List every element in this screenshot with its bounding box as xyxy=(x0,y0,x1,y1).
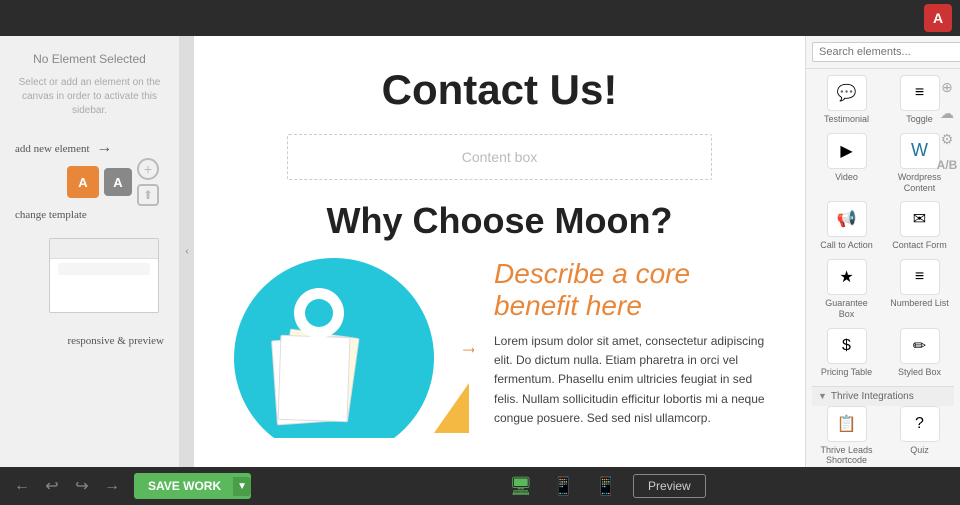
canvas-inner: Contact Us! Content box Why Choose Moon? xyxy=(194,36,805,458)
left-sidebar-title: No Element Selected xyxy=(33,52,146,66)
mobile-view-button[interactable]: 📱 xyxy=(591,472,621,501)
triangle-decoration xyxy=(434,383,469,433)
styled-box-label: Styled Box xyxy=(898,367,941,378)
element-icon-dark: A xyxy=(104,168,132,196)
doc-paper-3 xyxy=(278,335,351,422)
cta-label: Call to Action xyxy=(820,240,873,251)
collapse-handle[interactable]: ‹ xyxy=(180,36,194,467)
contact-title: Contact Us! xyxy=(382,66,618,114)
template-preview xyxy=(49,238,159,313)
top-bar: A xyxy=(0,0,960,36)
element-pricing[interactable]: $ Pricing Table xyxy=(817,328,877,378)
element-action-icons[interactable]: + ⬆ xyxy=(137,158,159,206)
undo-redo-group: ← ↩ ↪ → xyxy=(10,474,124,498)
element-quiz[interactable]: ? Quiz xyxy=(890,406,950,467)
styled-box-icon: ✏ xyxy=(900,328,940,364)
element-guarantee[interactable]: ★ Guarantee Box xyxy=(817,259,877,320)
main-area: No Element Selected Select or add an ele… xyxy=(0,36,960,467)
element-styled-box[interactable]: ✏ Styled Box xyxy=(890,328,950,378)
element-video[interactable]: ▶ Video xyxy=(817,133,877,194)
save-work-button[interactable]: SAVE WORK ▼ xyxy=(134,473,251,499)
guarantee-label: Guarantee Box xyxy=(817,298,877,320)
element-row-6: 📋 Thrive Leads Shortcode ? Quiz xyxy=(812,406,954,467)
arrow-decoration: → xyxy=(459,337,474,360)
gear-icon[interactable]: ⚙ xyxy=(936,128,958,150)
element-row-5: $ Pricing Table ✏ Styled Box xyxy=(812,328,954,378)
toggle-label: Toggle xyxy=(906,114,933,125)
video-label: Video xyxy=(835,172,858,183)
quiz-label: Quiz xyxy=(910,445,929,456)
content-box[interactable]: Content box xyxy=(287,134,712,180)
element-row-1: 💬 Testimonial ≡ Toggle xyxy=(812,75,954,125)
quiz-icon: ? xyxy=(900,406,940,442)
back-button[interactable]: ← xyxy=(10,474,34,498)
element-thrive-leads[interactable]: 📋 Thrive Leads Shortcode xyxy=(817,406,877,467)
left-sidebar-description: Select or add an element on the canvas i… xyxy=(10,76,169,118)
thrive-integrations-header: ▼ Thrive Integrations xyxy=(812,386,954,406)
element-icon-a: A xyxy=(67,166,99,198)
search-bar: × xyxy=(806,36,960,69)
benefit-text: Lorem ipsum dolor sit amet, consectetur … xyxy=(494,332,765,428)
add-icon[interactable]: + xyxy=(137,158,159,180)
ab-icon[interactable]: A/B xyxy=(936,154,958,176)
canvas: Contact Us! Content box Why Choose Moon? xyxy=(194,36,805,467)
logo: A xyxy=(924,4,952,32)
contact-form-icon: ✉ xyxy=(900,201,940,237)
element-row-4: ★ Guarantee Box ≡ Numbered List xyxy=(812,259,954,320)
pricing-icon: $ xyxy=(827,328,867,364)
element-icons: A A + ⬆ xyxy=(67,158,159,206)
add-element-icon[interactable]: ⊕ xyxy=(936,76,958,98)
bottom-bar: ← ↩ ↪ → SAVE WORK ▼ 🖥 📱 📱 Preview xyxy=(0,467,960,505)
left-sidebar: No Element Selected Select or add an ele… xyxy=(0,36,180,467)
pricing-label: Pricing Table xyxy=(821,367,872,378)
illustration: → xyxy=(234,258,474,438)
why-choose-title: Why Choose Moon? xyxy=(327,200,673,242)
annotation-change-template: change template xyxy=(15,208,87,222)
testimonial-label: Testimonial xyxy=(824,114,869,125)
element-testimonial[interactable]: 💬 Testimonial xyxy=(817,75,877,125)
contact-form-label: Contact Form xyxy=(892,240,947,251)
gear-decoration xyxy=(305,299,333,327)
cta-icon: 📢 xyxy=(827,201,867,237)
preview-button[interactable]: Preview xyxy=(633,474,706,498)
tablet-view-button[interactable]: 📱 xyxy=(548,472,578,501)
annotation-add-element: add new element → xyxy=(15,138,112,159)
element-numbered-list[interactable]: ≡ Numbered List xyxy=(890,259,950,320)
benefit-section: Describe a core benefit here Lorem ipsum… xyxy=(494,258,765,428)
viewport-controls: 🖥 📱 📱 Preview xyxy=(261,472,950,501)
right-action-icons: ⊕ ☁ ⚙ A/B xyxy=(934,72,960,180)
video-icon: ▶ xyxy=(827,133,867,169)
element-contact-form[interactable]: ✉ Contact Form xyxy=(890,201,950,251)
benefit-title: Describe a core benefit here xyxy=(494,258,765,322)
element-row-2: ▶ Video W Wordpress Content xyxy=(812,133,954,194)
search-input[interactable] xyxy=(812,42,960,62)
thrive-leads-label: Thrive Leads Shortcode xyxy=(817,445,877,467)
doc-stack xyxy=(254,328,374,428)
upload-icon[interactable]: ⬆ xyxy=(137,184,159,206)
circle-small xyxy=(294,288,344,338)
right-sidebar: × ⊕ ☁ ⚙ A/B 💬 Testimonial ≡ Toggle xyxy=(805,36,960,467)
section-label: Thrive Integrations xyxy=(831,391,914,402)
save-label: SAVE WORK xyxy=(148,479,221,493)
desktop-view-button[interactable]: 🖥 xyxy=(505,472,536,501)
section-arrow-icon: ▼ xyxy=(818,391,827,401)
annotation-responsive: responsive & preview xyxy=(67,334,164,348)
numbered-list-label: Numbered List xyxy=(890,298,949,309)
element-row-3: 📢 Call to Action ✉ Contact Form xyxy=(812,201,954,251)
guarantee-icon: ★ xyxy=(827,259,867,295)
numbered-list-icon: ≡ xyxy=(900,259,940,295)
testimonial-icon: 💬 xyxy=(827,75,867,111)
element-cta[interactable]: 📢 Call to Action xyxy=(817,201,877,251)
redo-button[interactable]: ↪ xyxy=(70,474,94,498)
thrive-leads-icon: 📋 xyxy=(827,406,867,442)
forward-button[interactable]: → xyxy=(100,474,124,498)
undo-button[interactable]: ↩ xyxy=(40,474,64,498)
bottom-section: → Describe a core benefit here Lorem ips… xyxy=(234,258,765,438)
save-dropdown-icon[interactable]: ▼ xyxy=(233,477,251,496)
cloud-icon[interactable]: ☁ xyxy=(936,102,958,124)
